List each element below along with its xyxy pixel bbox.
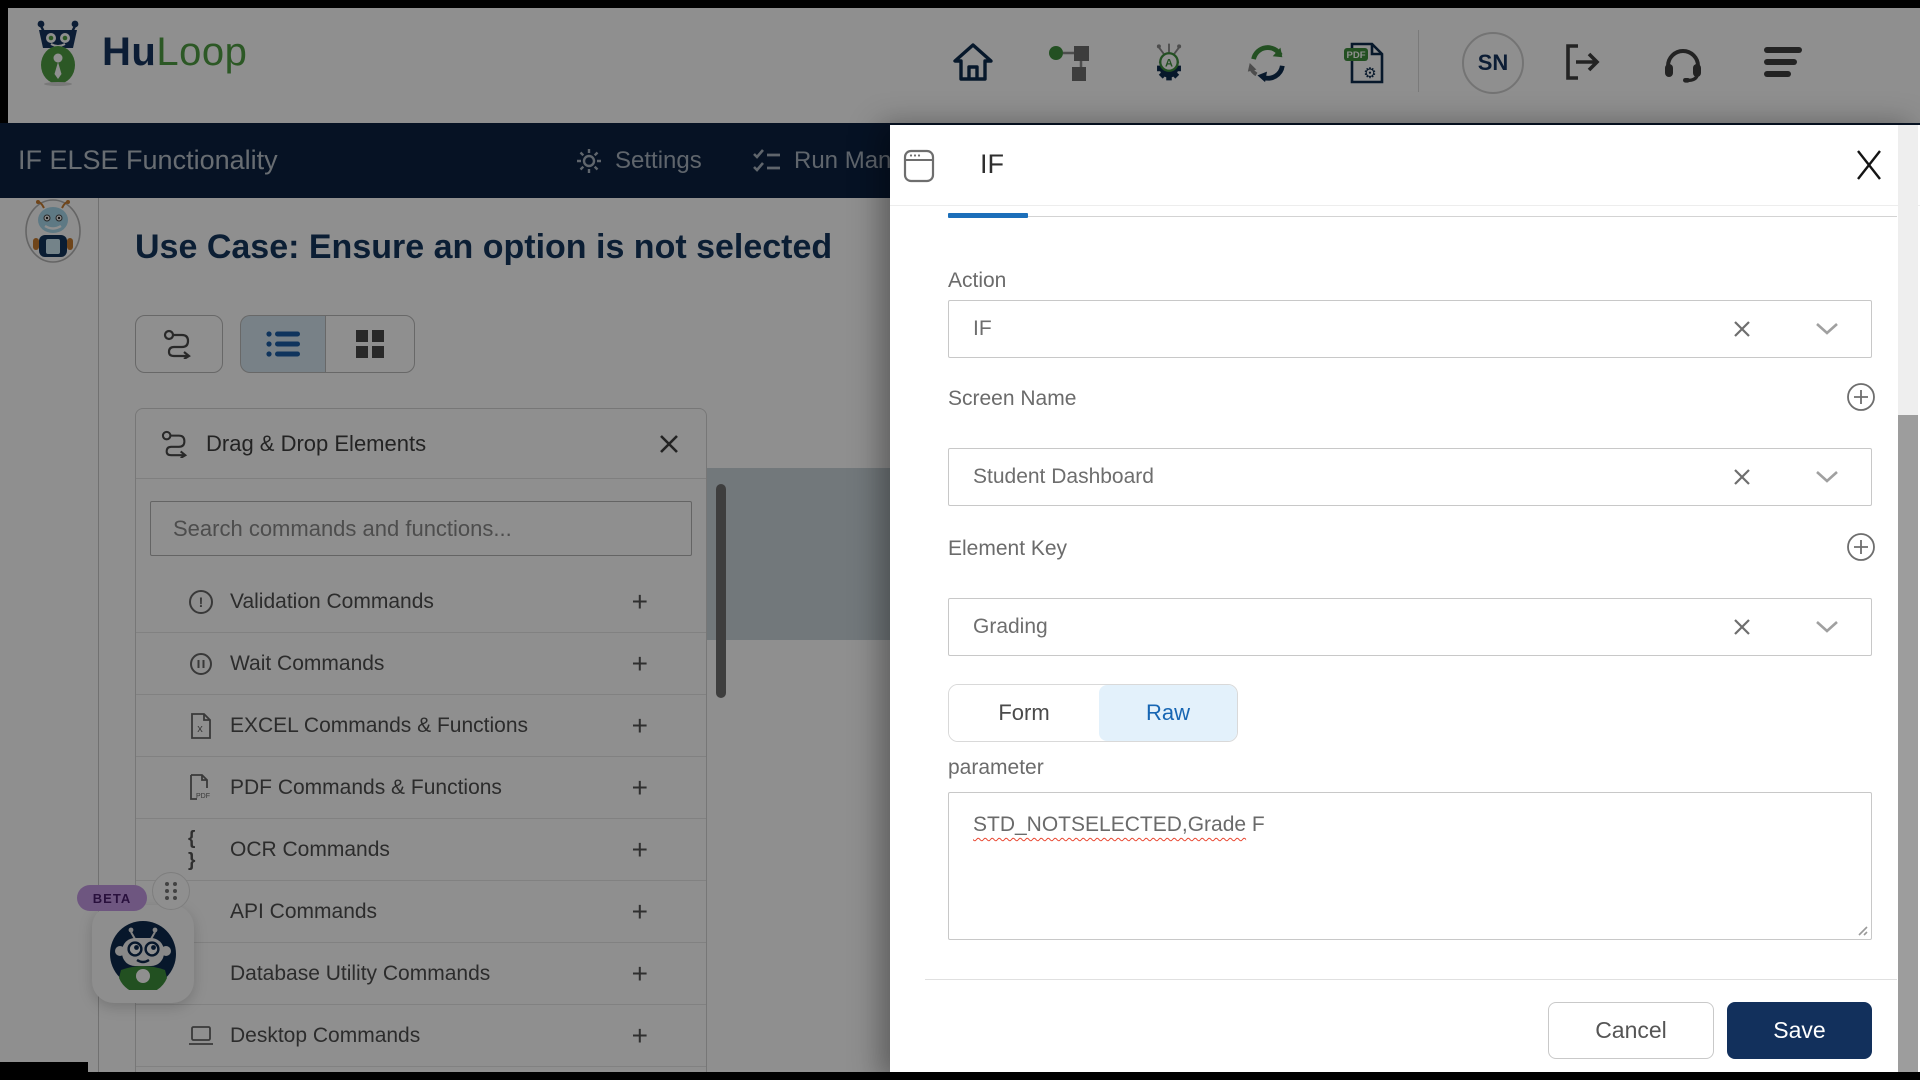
chevron-down-icon[interactable] [1815,470,1839,484]
parameter-label: parameter [948,756,1044,779]
clear-icon[interactable] [1731,466,1753,488]
window-frame-left [0,0,8,123]
mode-toggle: Form Raw [948,684,1238,742]
window-frame-top [0,0,1920,8]
parameter-flagged-text: STD_NOTSELECTED,Grade [973,813,1247,836]
resize-handle-icon[interactable] [1854,922,1868,936]
window-frame-bottom [0,1072,1920,1080]
add-screen-icon[interactable] [1846,382,1876,412]
save-button[interactable]: Save [1727,1002,1872,1059]
parameter-rest-text: F [1246,813,1265,836]
chevron-down-icon[interactable] [1815,322,1839,336]
active-tab-indicator[interactable] [948,213,1028,218]
screen-name-value: Student Dashboard [973,465,1154,488]
if-config-drawer: IF Action IF Screen Name Student Dashboa… [890,125,1920,1080]
element-key-label: Element Key [948,537,1068,560]
add-element-icon[interactable] [1846,532,1876,562]
app-window: HuLoop A PDF ⚙ SN IF ELSE Functionality … [0,0,1920,1080]
action-label: Action [948,269,1007,292]
clear-icon[interactable] [1731,318,1753,340]
drawer-title: IF [980,149,1004,179]
drawer-header: IF [890,125,1920,205]
cancel-button[interactable]: Cancel [1548,1002,1714,1059]
drawer-scrollbar-thumb[interactable] [1898,415,1918,1080]
screen-name-label: Screen Name [948,387,1077,410]
footer-divider [925,979,1897,980]
parameter-textarea[interactable]: STD_NOTSELECTED,Grade F [948,792,1872,940]
window-icon [903,149,935,183]
element-key-value: Grading [973,615,1048,638]
element-key-select[interactable]: Grading [948,598,1872,656]
action-select[interactable]: IF [948,300,1872,358]
clear-icon[interactable] [1731,616,1753,638]
close-icon[interactable] [1852,147,1886,183]
screen-name-select[interactable]: Student Dashboard [948,448,1872,506]
action-value: IF [973,317,992,340]
chevron-down-icon[interactable] [1815,620,1839,634]
tab-strip-line [948,216,1897,217]
tab-raw[interactable]: Raw [1099,685,1237,741]
tab-form[interactable]: Form [949,685,1099,741]
header-divider [890,205,1920,206]
